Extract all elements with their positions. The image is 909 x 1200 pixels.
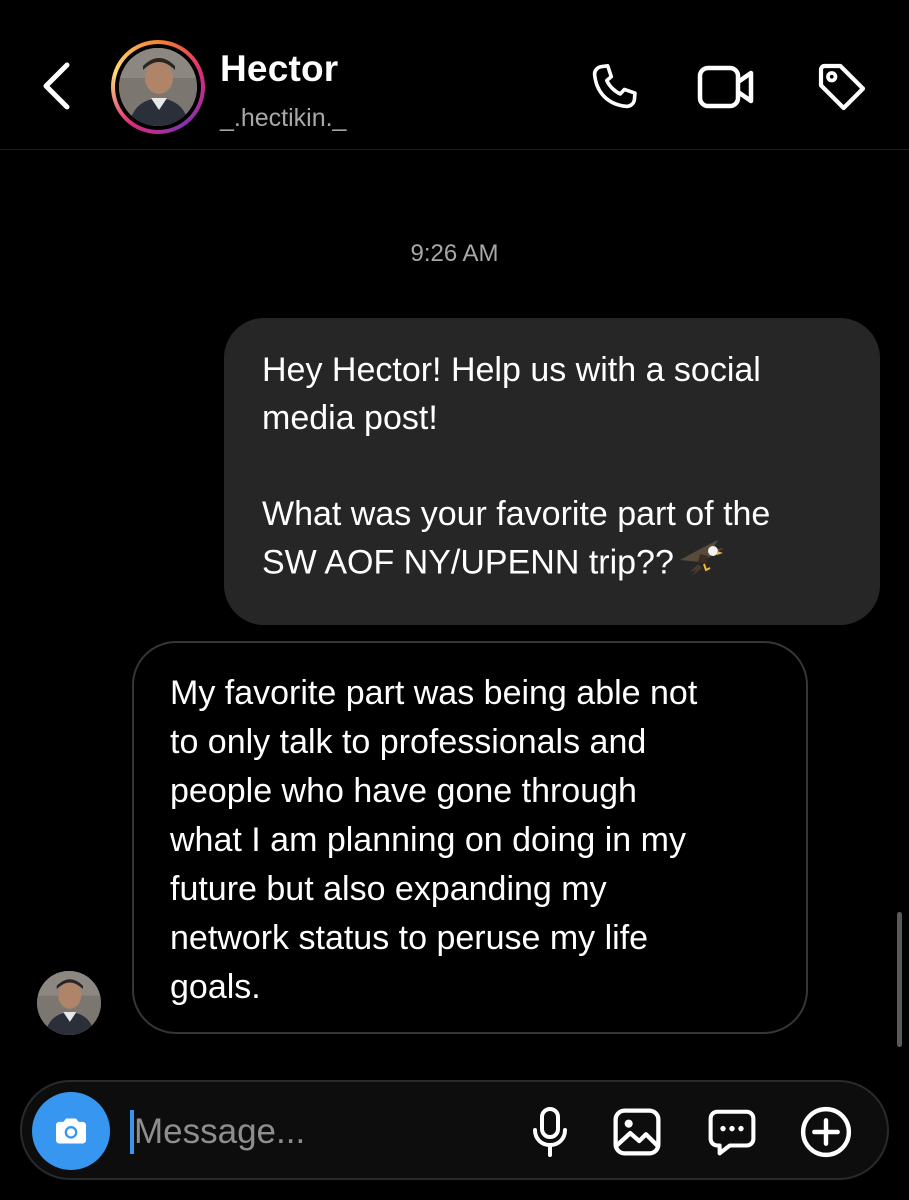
dm-thread-screen: Hector _.hectikin._ 9:26 AM Hey Hector! … [0, 0, 909, 1200]
gallery-button[interactable] [607, 1102, 667, 1162]
message-line: people who have gone through [170, 772, 637, 810]
message-line-with-emoji: SW AOF NY/UPENN trip?? [262, 538, 850, 591]
eagle-emoji-icon [678, 538, 726, 591]
message-timestamp: 9:26 AM [410, 240, 499, 267]
image-icon [613, 1108, 661, 1156]
thread-header: Hector _.hectikin._ [0, 0, 909, 150]
chevron-left-icon [43, 62, 70, 110]
message-line: what I am planning on doing in my [170, 821, 686, 859]
camera-button[interactable] [32, 1092, 110, 1170]
voice-message-button[interactable] [520, 1102, 580, 1162]
avatar-photo [37, 971, 101, 1035]
plus-circle-icon [800, 1106, 852, 1158]
video-call-button[interactable] [696, 57, 756, 117]
back-button[interactable] [30, 56, 82, 116]
label-button[interactable] [812, 57, 872, 117]
avatar-photo [119, 48, 197, 126]
microphone-icon [533, 1107, 567, 1157]
more-options-button[interactable] [796, 1102, 856, 1162]
message-line [262, 442, 850, 490]
profile-avatar[interactable] [111, 40, 205, 134]
phone-icon [592, 64, 637, 109]
message-line: future but also expanding my [170, 870, 607, 908]
camera-icon [56, 1118, 86, 1144]
message-line: SW AOF NY/UPENN trip?? [262, 543, 674, 582]
contact-name[interactable]: Hector [220, 48, 338, 90]
contact-username[interactable]: _.hectikin._ [220, 104, 346, 133]
sender-avatar[interactable] [37, 971, 101, 1035]
message-input[interactable] [134, 1104, 514, 1160]
message-line: What was your favorite part of the [262, 495, 771, 533]
outgoing-message-bubble[interactable]: Hey Hector! Help us with a social media … [224, 318, 880, 625]
call-button[interactable] [584, 57, 644, 117]
message-line: My favorite part was being able not [170, 674, 698, 712]
message-line: to only talk to professionals and [170, 723, 647, 761]
message-composer [20, 1080, 889, 1180]
message-line: network status to peruse my life [170, 919, 649, 957]
scrollbar[interactable] [897, 912, 902, 1047]
message-line: goals. [170, 968, 261, 1006]
sticker-button[interactable] [702, 1102, 762, 1162]
video-camera-icon [697, 65, 754, 109]
sticker-message-icon [708, 1109, 756, 1156]
message-line: Hey Hector! Help us with a social [262, 351, 761, 389]
message-line: media post! [262, 399, 438, 437]
tag-icon [818, 63, 866, 111]
incoming-message-bubble[interactable]: My favorite part was being able not to o… [132, 641, 808, 1034]
